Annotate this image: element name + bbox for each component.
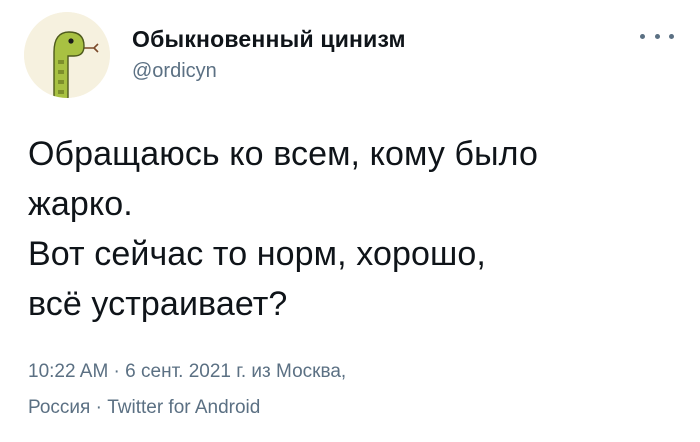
author-display-name[interactable]: Обыкновенный цинизм xyxy=(132,26,406,53)
tweet-location-cont: Россия xyxy=(28,397,91,418)
dot xyxy=(669,33,674,39)
author-avatar[interactable] xyxy=(24,12,110,98)
author-handle[interactable]: @ordicyn xyxy=(132,60,217,83)
tweet-timestamp[interactable]: 10:22 AM · 6 сент. 2021 г. из Москва, xyxy=(28,361,346,383)
tweet-meta-line2: Россия · Twitter for Android xyxy=(28,397,260,419)
dot xyxy=(640,33,645,39)
dot xyxy=(654,33,660,39)
tweet-source-link[interactable]: Twitter for Android xyxy=(107,397,260,418)
tweet-line: Обращаюсь ко всем, кому было xyxy=(28,135,538,173)
snake-avatar-icon xyxy=(24,12,110,98)
tweet-card: Обыкновенный цинизм @ordicyn Обращаюсь к… xyxy=(0,0,700,442)
tweet-line: всё устраивает? xyxy=(28,285,288,323)
tweet-line: Вот сейчас то норм, хорошо, xyxy=(28,235,486,273)
more-options-icon[interactable] xyxy=(640,26,674,46)
tweet-line: жарко. xyxy=(28,185,133,223)
tweet-text: Обращаюсь ко всем, кому было жарко. Вот … xyxy=(28,129,678,329)
meta-separator: · xyxy=(90,397,108,418)
